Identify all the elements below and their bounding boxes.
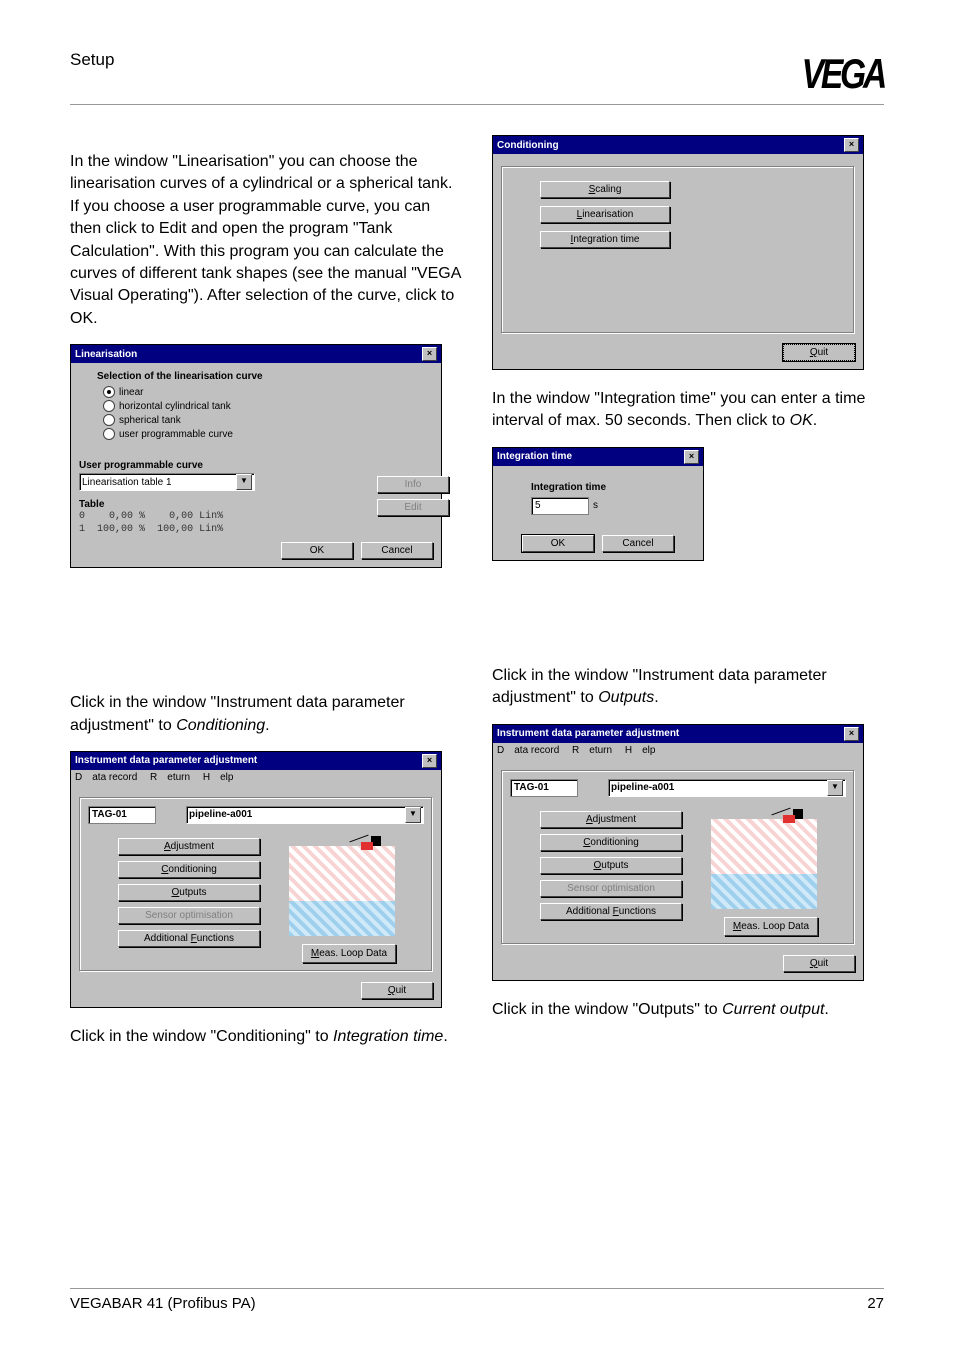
radio-horiz-cyl[interactable] bbox=[103, 400, 115, 412]
lin-table-dropdown[interactable]: Linearisation table 1 ▼ bbox=[79, 473, 255, 491]
integration-time-label: Integration time bbox=[531, 482, 695, 493]
lin-table: 0 0,00 % 0,00 Lin% 1 100,00 % 100,00 Lin… bbox=[79, 510, 367, 536]
window-instr-param-left: Instrument data parameter adjustment × D… bbox=[70, 751, 442, 1008]
sensor-icon bbox=[363, 836, 381, 854]
quit-button[interactable]: Quit bbox=[783, 344, 855, 361]
scaling-button[interactable]: Scaling bbox=[540, 181, 670, 198]
sensor-opt-button: Sensor optimisation bbox=[118, 907, 260, 924]
meas-loop-data-button[interactable]: Meas. Loop Data bbox=[724, 917, 818, 936]
footer-product: VEGABAR 41 (Profibus PA) bbox=[70, 1295, 256, 1312]
linearisation-button[interactable]: Linearisation bbox=[540, 206, 670, 223]
table-label: Table bbox=[79, 499, 367, 510]
close-icon[interactable]: × bbox=[844, 138, 859, 152]
group-title: Selection of the linearisation curve bbox=[97, 371, 367, 382]
close-icon[interactable]: × bbox=[422, 754, 437, 768]
table-row: 1 100,00 % 100,00 Lin% bbox=[79, 523, 367, 536]
radio-label: horizontal cylindrical tank bbox=[119, 401, 231, 412]
paragraph-click-current-output: Click in the window "Outputs" to Current… bbox=[492, 999, 884, 1021]
additional-functions-button[interactable]: Additional Functions bbox=[118, 930, 260, 947]
page-number: 27 bbox=[867, 1295, 884, 1312]
window-title: Conditioning bbox=[497, 140, 559, 151]
meas-loop-data-button[interactable]: Meas. Loop Data bbox=[302, 944, 396, 963]
integration-time-button[interactable]: Integration time bbox=[540, 231, 670, 248]
dropdown-value: Linearisation table 1 bbox=[82, 477, 172, 488]
cancel-button[interactable]: Cancel bbox=[361, 542, 433, 559]
adjustment-button[interactable]: Adjustment bbox=[540, 811, 682, 828]
conditioning-button[interactable]: Conditioning bbox=[540, 834, 682, 851]
menu-help[interactable]: Help bbox=[625, 745, 656, 756]
tag-field: TAG-01 bbox=[510, 779, 578, 797]
conditioning-button[interactable]: Conditioning bbox=[118, 861, 260, 878]
additional-functions-button[interactable]: Additional Functions bbox=[540, 903, 682, 920]
menu-data-record[interactable]: Data record bbox=[75, 772, 137, 783]
window-integration-time: Integration time × Integration time 5 s … bbox=[492, 447, 704, 561]
radio-linear[interactable] bbox=[103, 386, 115, 398]
user-curve-label: User programmable curve bbox=[79, 460, 367, 471]
paragraph-linearisation: In the window "Linearisation" you can ch… bbox=[70, 151, 462, 330]
ok-button[interactable]: OK bbox=[522, 535, 594, 552]
outputs-button[interactable]: Outputs bbox=[118, 884, 260, 901]
menu-return[interactable]: Return bbox=[572, 745, 612, 756]
cancel-button[interactable]: Cancel bbox=[602, 535, 674, 552]
menu-help[interactable]: Help bbox=[203, 772, 234, 783]
radio-label: spherical tank bbox=[119, 415, 181, 426]
close-icon[interactable]: × bbox=[684, 450, 699, 464]
paragraph-click-conditioning: Click in the window "Instrument data par… bbox=[70, 692, 462, 737]
dropdown-value: pipeline-a001 bbox=[611, 782, 674, 793]
window-title: Instrument data parameter adjustment bbox=[75, 755, 257, 766]
tag-value-dropdown[interactable]: pipeline-a001 ▼ bbox=[608, 779, 846, 797]
radio-label: linear bbox=[119, 387, 143, 398]
window-title: Instrument data parameter adjustment bbox=[497, 728, 679, 739]
paragraph-click-outputs: Click in the window "Instrument data par… bbox=[492, 665, 884, 710]
menubar: Data record Return Help bbox=[493, 743, 863, 758]
close-icon[interactable]: × bbox=[422, 347, 437, 361]
menu-return[interactable]: Return bbox=[150, 772, 190, 783]
chevron-down-icon[interactable]: ▼ bbox=[236, 474, 252, 490]
chevron-down-icon[interactable]: ▼ bbox=[405, 807, 421, 823]
close-icon[interactable]: × bbox=[844, 727, 859, 741]
radio-spherical[interactable] bbox=[103, 414, 115, 426]
info-button[interactable]: Info bbox=[377, 476, 449, 493]
dropdown-value: pipeline-a001 bbox=[189, 809, 252, 820]
seconds-unit: s bbox=[593, 500, 598, 511]
menu-data-record[interactable]: Data record bbox=[497, 745, 559, 756]
tag-value-dropdown[interactable]: pipeline-a001 ▼ bbox=[186, 806, 424, 824]
table-row: 0 0,00 % 0,00 Lin% bbox=[79, 510, 367, 523]
quit-button[interactable]: Quit bbox=[361, 982, 433, 999]
tank-graphic bbox=[711, 815, 831, 909]
vega-logo: VEGA bbox=[802, 50, 884, 98]
sensor-icon bbox=[785, 809, 803, 827]
integration-time-input[interactable]: 5 bbox=[531, 497, 589, 515]
tag-field: TAG-01 bbox=[88, 806, 156, 824]
sensor-opt-button: Sensor optimisation bbox=[540, 880, 682, 897]
paragraph-integ-time: In the window "Integration time" you can… bbox=[492, 388, 884, 433]
page-section-title: Setup bbox=[70, 50, 114, 70]
menubar: Data record Return Help bbox=[71, 770, 441, 785]
window-conditioning: Conditioning × Scaling Linearisation Int… bbox=[492, 135, 864, 370]
radio-user-curve[interactable] bbox=[103, 428, 115, 440]
window-title: Linearisation bbox=[75, 349, 137, 360]
window-instr-param-right: Instrument data parameter adjustment × D… bbox=[492, 724, 864, 981]
tank-graphic bbox=[289, 842, 409, 936]
edit-button[interactable]: Edit bbox=[377, 499, 449, 516]
window-title: Integration time bbox=[497, 451, 572, 462]
quit-button[interactable]: Quit bbox=[783, 955, 855, 972]
outputs-button[interactable]: Outputs bbox=[540, 857, 682, 874]
ok-button[interactable]: OK bbox=[281, 542, 353, 559]
radio-label: user programmable curve bbox=[119, 429, 233, 440]
window-linearisation: Linearisation × Selection of the lineari… bbox=[70, 344, 442, 568]
chevron-down-icon[interactable]: ▼ bbox=[827, 780, 843, 796]
paragraph-click-integration: Click in the window "Conditioning" to In… bbox=[70, 1026, 462, 1048]
adjustment-button[interactable]: Adjustment bbox=[118, 838, 260, 855]
